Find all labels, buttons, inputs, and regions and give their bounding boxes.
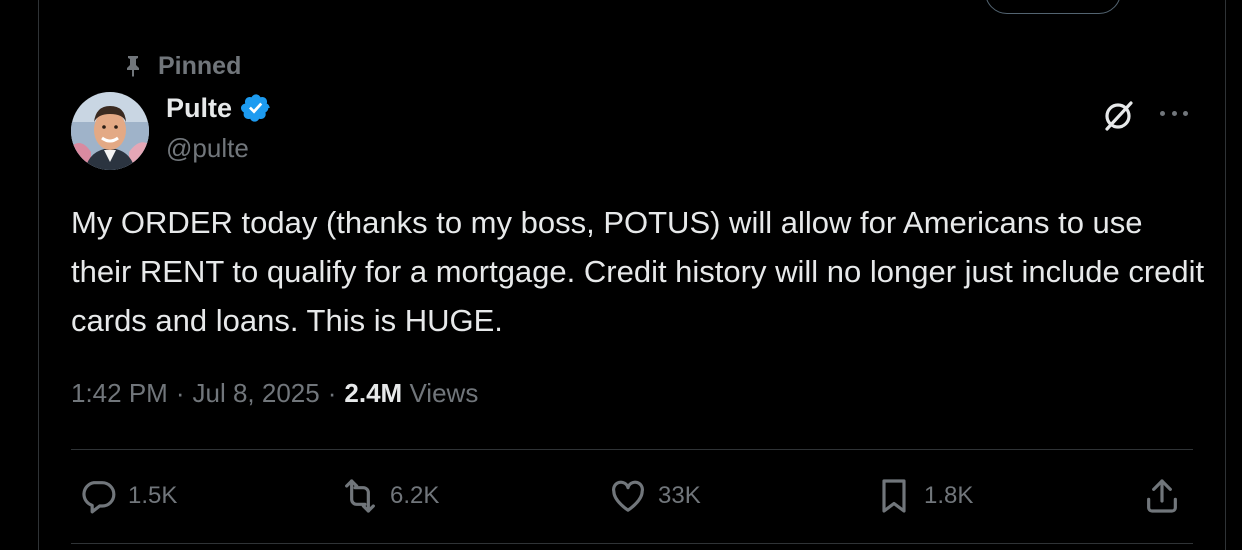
tweet-date[interactable]: Jul 8, 2025 <box>193 378 320 409</box>
bookmark-button[interactable]: 1.8K <box>874 474 973 518</box>
reply-count: 1.5K <box>128 482 178 509</box>
repost-icon <box>345 479 375 513</box>
column-border-right <box>1225 0 1226 550</box>
tweet-page: Pinned Pulte @pulte My ORDER today (than… <box>0 0 1242 550</box>
divider <box>71 543 1193 544</box>
divider <box>71 449 1193 450</box>
meta-separator: · <box>175 378 185 408</box>
tweet-text: My ORDER today (thanks to my boss, POTUS… <box>71 205 1205 338</box>
bookmark-count: 1.8K <box>924 482 974 509</box>
share-button[interactable] <box>1142 474 1182 518</box>
avatar[interactable] <box>71 92 149 170</box>
heart-icon <box>612 480 644 512</box>
tweet-time[interactable]: 1:42 PM <box>71 378 168 409</box>
repost-button[interactable]: 6.2K <box>340 474 439 518</box>
tweet-meta: 1:42 PM · Jul 8, 2025 · 2.4M Views <box>71 378 478 409</box>
action-bar: 1.5K 6.2K 33K 1.8K <box>78 474 1188 518</box>
share-icon <box>1147 479 1177 513</box>
author-handle[interactable]: @pulte <box>166 133 249 164</box>
follow-button-partial[interactable] <box>985 0 1121 14</box>
author-display-name[interactable]: Pulte <box>166 93 232 124</box>
pinned-label: Pinned <box>158 51 242 80</box>
grok-icon[interactable] <box>1100 96 1138 134</box>
like-count: 33K <box>658 482 701 509</box>
repost-count: 6.2K <box>390 482 440 509</box>
more-options-icon[interactable] <box>1156 100 1192 126</box>
like-button[interactable]: 33K <box>608 474 701 518</box>
column-border-left <box>38 0 39 550</box>
meta-separator: · <box>327 378 337 408</box>
pin-icon <box>120 53 146 79</box>
reply-icon <box>82 481 116 514</box>
author-name-row[interactable]: Pulte <box>166 92 272 124</box>
views-label: Views <box>409 378 479 408</box>
verified-badge-icon <box>240 92 272 124</box>
pinned-indicator: Pinned <box>120 52 241 80</box>
bookmark-icon <box>882 479 906 513</box>
reply-button[interactable]: 1.5K <box>78 474 177 518</box>
views-count: 2.4M <box>344 378 403 408</box>
